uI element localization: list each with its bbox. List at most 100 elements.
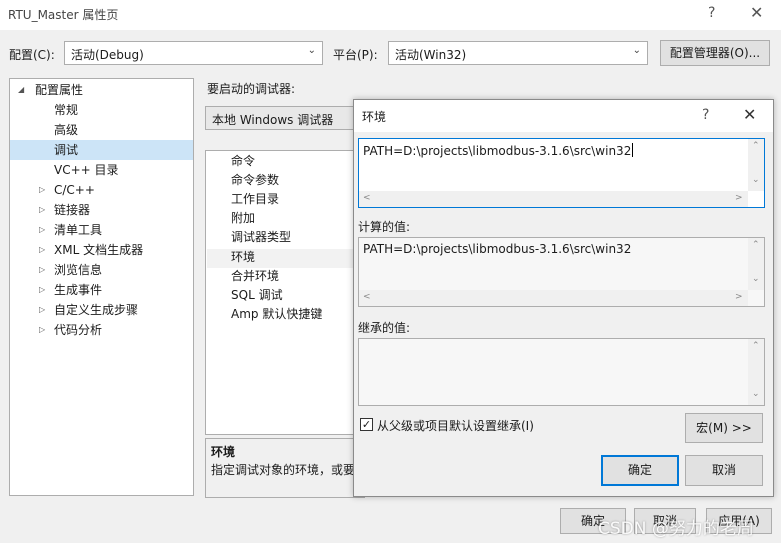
- scroll-up-icon[interactable]: ⌃: [752, 341, 760, 351]
- config-label: 配置(C):: [9, 48, 55, 62]
- cancel-button[interactable]: 取消: [685, 455, 763, 486]
- description-text: 指定调试对象的环境，或要: [211, 463, 356, 477]
- tree-item-label: 高级: [54, 123, 79, 137]
- tree-item-label: 生成事件: [54, 283, 103, 297]
- collapsed-triangle-icon[interactable]: ▷: [39, 220, 45, 240]
- dialog-title-bar: 环境 ? ✕: [354, 100, 773, 132]
- expanded-triangle-icon: ◢: [18, 85, 25, 94]
- debugger-select[interactable]: 本地 Windows 调试器: [205, 106, 365, 130]
- collapsed-triangle-icon[interactable]: ▷: [39, 240, 45, 260]
- settings-tree: ◢ 配置属性 常规 高级 调试 VC++ 目录 ▷ C/C++ ▷ 链接器 ▷ 清单工…: [9, 78, 194, 496]
- property-row-selected[interactable]: 环境: [231, 248, 255, 267]
- config-select[interactable]: 活动(Debug) ⌄: [64, 41, 323, 65]
- scroll-left-icon[interactable]: <: [363, 193, 371, 203]
- collapsed-triangle-icon[interactable]: ▷: [39, 300, 45, 320]
- description-title: 环境: [211, 445, 236, 459]
- tree-item-label: C/C++: [54, 183, 95, 197]
- tree-item-label: 链接器: [54, 203, 91, 217]
- tree-item[interactable]: ▷ 代码分析: [10, 320, 193, 340]
- scroll-right-icon[interactable]: >: [735, 292, 743, 302]
- chevron-down-icon: ⌄: [307, 45, 316, 56]
- title-bar: RTU_Master 属性页 ? ✕: [0, 0, 781, 30]
- debugger-label: 要启动的调试器:: [207, 82, 296, 96]
- scroll-down-icon[interactable]: ⌄: [752, 389, 760, 399]
- window-title: RTU_Master 属性页: [8, 8, 119, 22]
- tree-item-label: XML 文档生成器: [54, 243, 144, 257]
- collapsed-triangle-icon[interactable]: ▷: [39, 320, 45, 340]
- computed-value-text: PATH=D:\projects\libmodbus-3.1.6\src\win…: [363, 242, 632, 256]
- debugger-value: 本地 Windows 调试器: [212, 113, 334, 127]
- tree-item-label: VC++ 目录: [54, 163, 119, 177]
- tree-item[interactable]: ▷ XML 文档生成器: [10, 240, 193, 260]
- inherited-value-box: ⌃ ⌄: [358, 338, 765, 406]
- computed-value-label: 计算的值:: [358, 220, 411, 234]
- tree-item[interactable]: ▷ 链接器: [10, 200, 193, 220]
- text-caret: [632, 143, 634, 157]
- chevron-down-icon: ⌄: [632, 45, 641, 56]
- inherit-checkbox-label[interactable]: 从父级或项目默认设置继承(I): [377, 417, 534, 434]
- tree-item[interactable]: ▷ 生成事件: [10, 280, 193, 300]
- tree-item[interactable]: ▷ 自定义生成步骤: [10, 300, 193, 320]
- scroll-up-icon[interactable]: ⌃: [752, 240, 760, 250]
- tree-item[interactable]: 常规: [10, 100, 193, 120]
- scroll-right-icon[interactable]: >: [735, 193, 743, 203]
- scroll-left-icon[interactable]: <: [363, 292, 371, 302]
- collapsed-triangle-icon[interactable]: ▷: [39, 260, 45, 280]
- computed-value-box: PATH=D:\projects\libmodbus-3.1.6\src\win…: [358, 237, 765, 307]
- collapsed-triangle-icon[interactable]: ▷: [39, 180, 45, 200]
- watermark: CSDN @努力的老周: [598, 519, 754, 539]
- tree-item-label: 调试: [54, 143, 79, 157]
- collapsed-triangle-icon[interactable]: ▷: [39, 280, 45, 300]
- tree-item[interactable]: ▷ C/C++: [10, 180, 193, 200]
- scroll-up-icon[interactable]: ⌃: [752, 141, 760, 151]
- property-row[interactable]: 工作目录: [231, 190, 279, 209]
- vertical-scrollbar[interactable]: ⌃ ⌄: [748, 339, 764, 405]
- vertical-scrollbar[interactable]: ⌃ ⌄: [748, 139, 764, 191]
- scroll-down-icon[interactable]: ⌄: [752, 175, 760, 185]
- tree-item-label: 配置属性: [35, 83, 84, 97]
- tree-item-label: 代码分析: [54, 323, 103, 337]
- edit-text-value: PATH=D:\projects\libmodbus-3.1.6\src\win…: [363, 144, 632, 158]
- environment-edit-text: PATH=D:\projects\libmodbus-3.1.6\src\win…: [363, 143, 634, 158]
- property-row[interactable]: Amp 默认快捷键: [231, 305, 322, 324]
- help-icon[interactable]: ?: [702, 107, 709, 123]
- platform-value: 活动(Win32): [395, 48, 467, 62]
- property-row[interactable]: 调试器类型: [231, 228, 291, 247]
- property-grid: 命令 命令参数 工作目录 附加 调试器类型 环境 合并环境 SQL 调试 Amp…: [205, 150, 365, 435]
- tree-item-label: 浏览信息: [54, 263, 103, 277]
- tree-item[interactable]: ▷ 浏览信息: [10, 260, 193, 280]
- environment-dialog: 环境 ? ✕ PATH=D:\projects\libmodbus-3.1.6\…: [353, 99, 774, 497]
- close-icon[interactable]: ✕: [750, 3, 763, 22]
- tree-item[interactable]: VC++ 目录: [10, 160, 193, 180]
- dialog-title: 环境: [362, 110, 387, 124]
- inherit-checkbox[interactable]: ✓: [360, 418, 373, 431]
- config-value: 活动(Debug): [71, 48, 144, 62]
- tree-item-label: 常规: [54, 103, 79, 117]
- help-icon[interactable]: ?: [708, 5, 715, 21]
- tree-item[interactable]: ▷ 清单工具: [10, 220, 193, 240]
- horizontal-scrollbar[interactable]: < >: [359, 191, 748, 207]
- tree-item-selected[interactable]: 调试: [10, 140, 193, 160]
- scroll-down-icon[interactable]: ⌄: [752, 274, 760, 284]
- property-row[interactable]: 合并环境: [231, 267, 279, 286]
- ok-button[interactable]: 确定: [601, 455, 679, 486]
- config-manager-button[interactable]: 配置管理器(O)...: [660, 40, 770, 66]
- environment-edit-box[interactable]: PATH=D:\projects\libmodbus-3.1.6\src\win…: [358, 138, 765, 208]
- property-row[interactable]: 附加: [231, 209, 255, 228]
- property-row[interactable]: 命令: [231, 152, 255, 171]
- platform-label: 平台(P):: [333, 48, 378, 62]
- property-row[interactable]: 命令参数: [231, 171, 279, 190]
- close-icon[interactable]: ✕: [743, 105, 756, 124]
- macros-button[interactable]: 宏(M) >>: [685, 413, 763, 443]
- description-panel: 环境 指定调试对象的环境，或要: [205, 438, 365, 498]
- platform-select[interactable]: 活动(Win32) ⌄: [388, 41, 648, 65]
- vertical-scrollbar[interactable]: ⌃ ⌄: [748, 238, 764, 290]
- tree-item-label: 清单工具: [54, 223, 103, 237]
- collapsed-triangle-icon[interactable]: ▷: [39, 200, 45, 220]
- tree-item-label: 自定义生成步骤: [54, 303, 139, 317]
- tree-item-config-properties[interactable]: ◢ 配置属性: [10, 80, 193, 100]
- horizontal-scrollbar[interactable]: < >: [359, 290, 748, 306]
- inherited-value-label: 继承的值:: [358, 321, 411, 335]
- property-row[interactable]: SQL 调试: [231, 286, 283, 305]
- tree-item[interactable]: 高级: [10, 120, 193, 140]
